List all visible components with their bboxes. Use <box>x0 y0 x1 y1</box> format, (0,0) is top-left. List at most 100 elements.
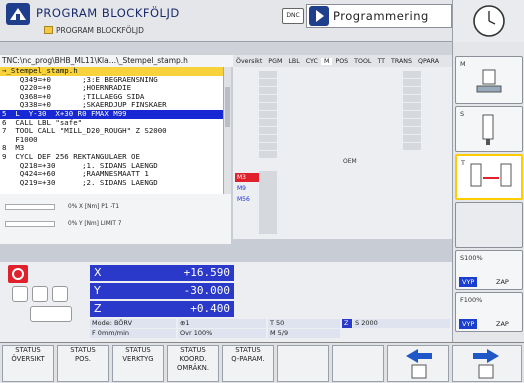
status-cell <box>403 103 421 110</box>
axis-z: Z +0.400 <box>90 301 234 317</box>
side-softkeys: M S T S100% VYP ZAP F100% VYP ZAP <box>452 42 524 342</box>
program-line[interactable]: F1000 <box>0 136 223 145</box>
left-status-area <box>0 262 88 342</box>
status-cell <box>403 143 421 150</box>
program-line[interactable]: 8 M3 <box>0 144 223 153</box>
program-line[interactable]: 7 TOOL CALL "MILL_D20_ROUGH" Z S2000 <box>0 127 223 136</box>
tab-3[interactable]: CYC <box>303 58 321 65</box>
status-button-4[interactable] <box>30 306 72 322</box>
program-line[interactable]: Q219=+30 ;2. SIDANS LAENGD <box>0 179 223 188</box>
tool-change-icon <box>470 163 512 187</box>
tab-7[interactable]: TT <box>374 58 388 65</box>
softkey-status-coord[interactable]: STATUS KOORD. OMRÄKN. <box>167 345 219 382</box>
softkey-status-qparam[interactable]: STATUS Q-PARAM. <box>222 345 274 382</box>
program-path: TNC:\nc_prog\BHB_ML11\Kla…\_Stempel_stam… <box>0 55 233 67</box>
tab-2[interactable]: LBL <box>285 58 302 65</box>
tool-button[interactable]: T <box>455 154 523 200</box>
status-cell <box>259 119 277 126</box>
softkey-status-tool[interactable]: STATUS VERKTYG <box>112 345 164 382</box>
clock-widget[interactable] <box>452 0 524 42</box>
feed-override[interactable]: F100% VYP ZAP <box>455 292 523 332</box>
status-cell <box>259 135 277 142</box>
status-cell <box>259 185 277 192</box>
program-line[interactable]: 9 CYCL DEF 256 REKTANGULAER OE <box>0 153 223 162</box>
tab-1[interactable]: PGM <box>265 58 285 65</box>
softkey-label: STATUS <box>180 346 206 354</box>
softkey-label: STATUS <box>235 346 261 354</box>
softkey-label: ÖVERSIKT <box>11 355 45 363</box>
axis-value: +16.590 <box>183 266 230 279</box>
empty-side-button[interactable] <box>455 202 523 248</box>
arrow-left-icon <box>406 349 432 379</box>
programming-mode-icon <box>309 6 329 26</box>
softkey-status-pos[interactable]: STATUS POS. <box>57 345 109 382</box>
status-cell <box>403 71 421 78</box>
tab-0[interactable]: Översikt <box>233 58 265 65</box>
load-bars: 0% X [Nm] P1 -T1 0% Y [Nm] LIMIT 7 <box>0 194 231 244</box>
softkey-status-overview[interactable]: STATUS ÖVERSIKT <box>2 345 54 382</box>
status-button-1[interactable] <box>12 286 28 302</box>
spindle-axis: Z <box>342 319 352 328</box>
program-line[interactable]: Q220=+0 ;HOERNRADIE <box>0 84 223 93</box>
tool-t: T 50 <box>268 319 340 328</box>
softkey-label: OMRÄKN. <box>176 364 209 372</box>
status-button-3[interactable] <box>52 286 68 302</box>
softkey-page-forward[interactable] <box>452 345 522 382</box>
axis-name: Z <box>94 302 102 315</box>
program-line[interactable]: Q368=+0 ;TILLAEGG SIDA <box>0 93 223 102</box>
tab-5[interactable]: POS <box>332 58 351 65</box>
m-code-active: M3 <box>235 173 259 182</box>
program-line[interactable]: Q349=+0 ;3:E BEGRAENSNING <box>0 76 223 85</box>
tool-number: ⊕1 <box>178 319 266 328</box>
softkey-page-back[interactable] <box>387 345 449 382</box>
s-override-label: S100% <box>460 254 483 262</box>
tab-9[interactable]: QPARA <box>415 58 442 65</box>
status-tabs: Översikt PGM LBL CYC M POS TOOL TT TRANS QPARA <box>233 55 452 67</box>
oem-label: OEM <box>343 158 357 165</box>
cnc-screen: PROGRAM BLOCKFÖLJD PROGRAM BLOCKFÖLJD DN… <box>0 0 524 383</box>
spindle-label: S <box>460 110 465 118</box>
status-button-2[interactable] <box>32 286 48 302</box>
program-line[interactable]: Q424=+60 ;RAAMNESMAATT 1 <box>0 170 223 179</box>
tab-8[interactable]: TRANS <box>388 58 415 65</box>
status-cell <box>403 111 421 118</box>
load-bar-x <box>5 204 55 210</box>
m-function-button[interactable]: M <box>455 56 523 104</box>
operating-mode-icon[interactable] <box>6 3 30 25</box>
load-bar-y-label: 0% Y [Nm] LIMIT 7 <box>68 221 122 227</box>
status-cell <box>259 227 277 234</box>
program-line[interactable]: Q338=+0 ;SKAERDJUP FINSKAER <box>0 101 223 110</box>
status-panel: OEM M3 M9 M56 <box>233 67 452 239</box>
page-title: PROGRAM BLOCKFÖLJD <box>36 6 180 20</box>
status-cell <box>403 135 421 142</box>
status-cell <box>403 95 421 102</box>
spindle-override[interactable]: S100% VYP ZAP <box>455 250 523 290</box>
tab-6[interactable]: TOOL <box>351 58 374 65</box>
programming-mode-label: Programmering <box>333 9 429 23</box>
programming-mode-button[interactable]: Programmering <box>306 4 452 28</box>
program-line[interactable]: Q218=+30 ;1. SIDANS LAENGD <box>0 162 223 171</box>
f-override-label: F100% <box>460 296 483 304</box>
status-cell <box>259 95 277 102</box>
softkey-bar: STATUS ÖVERSIKT STATUS POS. STATUS VERKTYG … <box>0 342 524 383</box>
vyp-indicator: VYP <box>459 319 478 329</box>
coolant-icon <box>476 69 502 93</box>
tab-4[interactable]: M <box>320 57 333 65</box>
status-cell <box>259 143 277 150</box>
softkey-empty-1[interactable] <box>277 345 329 382</box>
softkey-empty-2[interactable] <box>332 345 384 382</box>
vyp-indicator: VYP <box>459 277 478 287</box>
program-line[interactable]: →_Stempel_stamp.h <box>0 67 223 76</box>
feed-rate: F 0mm/min <box>90 329 176 338</box>
m-code: M56 <box>237 196 250 203</box>
status-cell <box>259 103 277 110</box>
axis-name: X <box>94 266 102 279</box>
status-cell <box>403 79 421 86</box>
softkey-label: STATUS <box>125 346 151 354</box>
scroll-thumb[interactable] <box>225 87 230 127</box>
spindle-button[interactable]: S <box>455 106 523 152</box>
softkey-label: Q-PARAM. <box>231 355 265 363</box>
override: Ovr 100% <box>178 329 266 338</box>
program-line[interactable]: 5 L Y-30 X+30 R0 FMAX M99 <box>0 109 223 119</box>
program-line[interactable]: 6 CALL LBL "safe" <box>0 119 223 128</box>
